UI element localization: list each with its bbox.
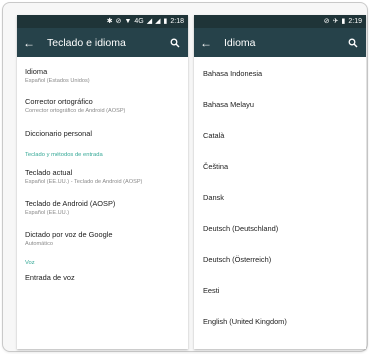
section-header-voice: Voz: [25, 260, 35, 266]
wifi-icon: ▼: [124, 18, 132, 25]
list-item-title: Teclado de Android (AOSP): [25, 199, 116, 208]
back-arrow-icon[interactable]: ←: [23, 37, 41, 49]
list-item-current-keyboard[interactable]: Teclado actual Español (EE.UU.) - Teclad…: [25, 158, 180, 186]
list-item-subtitle: Automático: [25, 241, 53, 247]
language-item[interactable]: Català: [194, 120, 366, 151]
status-bar: ⊘ ✈ ▮ 2:19: [194, 15, 366, 28]
list-item-title: Diccionario personal: [25, 129, 92, 138]
list-item-android-keyboard[interactable]: Teclado de Android (AOSP) Español (EE.UU…: [25, 186, 180, 217]
settings-list: Idioma Español (Estados Unidos) Correcto…: [17, 57, 188, 283]
section-header-input: Teclado y métodos de entrada: [25, 152, 103, 158]
list-item-personal-dictionary[interactable]: Diccionario personal: [25, 115, 180, 139]
language-item[interactable]: Eesti: [194, 275, 366, 306]
app-bar: ← Idioma: [194, 28, 366, 57]
list-item-subtitle: Español (EE.UU.) - Teclado de Android (A…: [25, 179, 143, 185]
list-item-voice-input[interactable]: Entrada de voz: [25, 266, 180, 283]
list-item-title: Teclado actual: [25, 168, 73, 177]
airplane-icon: ✈: [332, 18, 339, 25]
signal-2-icon: ◢: [155, 18, 161, 25]
status-bar: ✱ ⊘ ▼ 4G ◢ ◢ ▮ 2:18: [17, 15, 188, 28]
language-item[interactable]: Čeština: [194, 151, 366, 182]
list-item-subtitle: Corrector ortográfico de Android (AOSP): [25, 108, 126, 114]
list-item-google-voice-typing[interactable]: Dictado por voz de Google Automático: [25, 217, 180, 248]
search-icon[interactable]: [346, 38, 360, 48]
app-bar: ← Teclado e idioma: [17, 28, 188, 57]
language-list: Bahasa Indonesia Bahasa Melayu Català Če…: [194, 57, 366, 337]
battery-icon: ▮: [163, 18, 168, 25]
list-item-title: Idioma: [25, 67, 48, 76]
search-icon[interactable]: [168, 38, 182, 48]
list-item-title: Dictado por voz de Google: [25, 230, 113, 239]
list-item-subtitle: Español (EE.UU.): [25, 210, 70, 216]
language-item[interactable]: Deutsch (Österreich): [194, 244, 366, 275]
language-item[interactable]: Dansk: [194, 182, 366, 213]
network-type: 4G: [134, 18, 144, 25]
bluetooth-icon: ✱: [106, 18, 113, 25]
list-item-spell-checker[interactable]: Corrector ortográfico Corrector ortográf…: [25, 85, 180, 115]
do-not-disturb-icon: ⊘: [115, 18, 122, 25]
screenshot-frame: ✱ ⊘ ▼ 4G ◢ ◢ ▮ 2:18 ← Teclado e idioma I…: [2, 2, 368, 352]
language-item[interactable]: English (United Kingdom): [194, 306, 366, 337]
signal-icon: ◢: [146, 18, 153, 25]
language-item[interactable]: Deutsch (Deutschland): [194, 213, 366, 244]
status-time: 2:19: [348, 18, 362, 25]
phone-keyboard-language: ✱ ⊘ ▼ 4G ◢ ◢ ▮ 2:18 ← Teclado e idioma I…: [17, 15, 188, 349]
language-item[interactable]: Bahasa Melayu: [194, 89, 366, 120]
status-time: 2:18: [170, 18, 184, 25]
language-item[interactable]: Bahasa Indonesia: [194, 58, 366, 89]
list-item-title: Corrector ortográfico: [25, 97, 93, 106]
page-title: Teclado e idioma: [47, 36, 126, 49]
list-item-title: Entrada de voz: [25, 273, 75, 282]
phone-language-picker: ⊘ ✈ ▮ 2:19 ← Idioma Bahasa Indonesia Bah…: [194, 15, 366, 349]
list-item-subtitle: Español (Estados Unidos): [25, 78, 90, 84]
do-not-disturb-icon: ⊘: [323, 18, 330, 25]
page-title: Idioma: [224, 36, 256, 49]
back-arrow-icon[interactable]: ←: [200, 37, 218, 49]
battery-icon: ▮: [341, 18, 346, 25]
list-item-language[interactable]: Idioma Español (Estados Unidos): [25, 57, 180, 85]
